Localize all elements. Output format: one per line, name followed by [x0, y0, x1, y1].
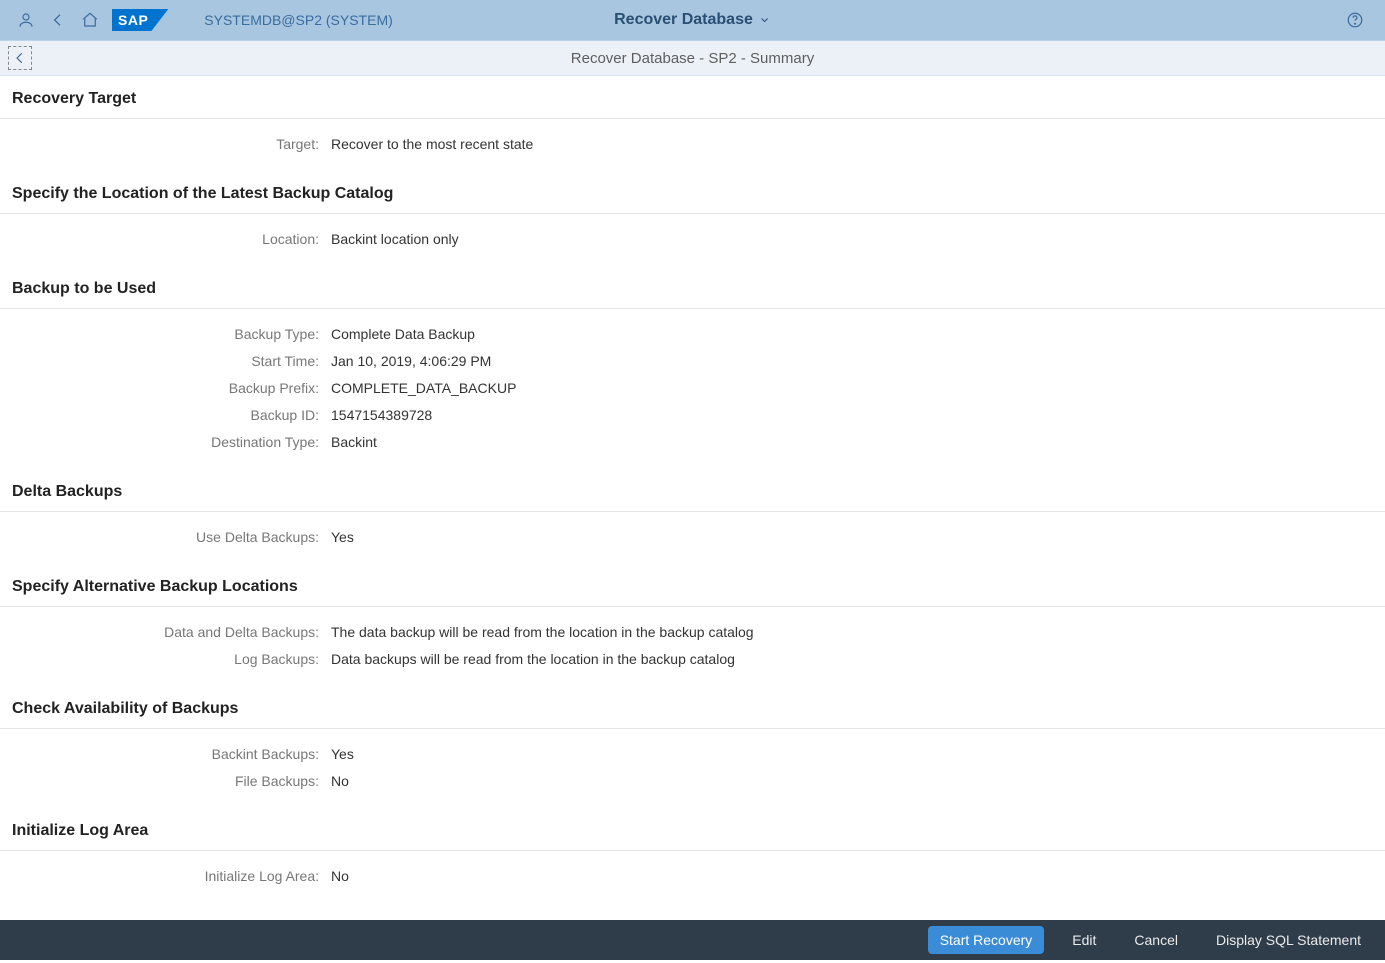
label-backup-id: Backup ID:: [0, 405, 325, 426]
row-file-backups: File Backups: No: [0, 768, 1385, 795]
section-heading-delta-backups: Delta Backups: [0, 469, 1385, 511]
row-destination-type: Destination Type: Backint: [0, 429, 1385, 456]
value-backup-type: Complete Data Backup: [325, 324, 475, 345]
value-file-backups: No: [325, 771, 349, 792]
value-destination-type: Backint: [325, 432, 377, 453]
system-label: SYSTEMDB@SP2 (SYSTEM): [204, 12, 392, 28]
section-body-delta-backups: Use Delta Backups: Yes: [0, 511, 1385, 564]
value-location: Backint location only: [325, 229, 459, 250]
edit-button[interactable]: Edit: [1062, 926, 1106, 954]
section-heading-recovery-target: Recovery Target: [0, 76, 1385, 118]
section-body-init-log: Initialize Log Area: No: [0, 850, 1385, 903]
value-use-delta: Yes: [325, 527, 354, 548]
label-backup-type: Backup Type:: [0, 324, 325, 345]
sub-header: Recover Database - SP2 - Summary: [0, 40, 1385, 76]
cancel-button[interactable]: Cancel: [1124, 926, 1188, 954]
section-body-check-availability: Backint Backups: Yes File Backups: No: [0, 728, 1385, 808]
row-init-log: Initialize Log Area: No: [0, 863, 1385, 890]
value-target: Recover to the most recent state: [325, 134, 533, 155]
section-heading-check-availability: Check Availability of Backups: [0, 686, 1385, 728]
back-button[interactable]: [8, 46, 32, 70]
value-init-log: No: [325, 866, 349, 887]
section-body-backup-used: Backup Type: Complete Data Backup Start …: [0, 308, 1385, 469]
label-file-backups: File Backups:: [0, 771, 325, 792]
label-backint-backups: Backint Backups:: [0, 744, 325, 765]
row-backup-type: Backup Type: Complete Data Backup: [0, 321, 1385, 348]
chevron-down-icon: [759, 14, 771, 26]
section-body-alt-locations: Data and Delta Backups: The data backup …: [0, 606, 1385, 686]
value-backup-prefix: COMPLETE_DATA_BACKUP: [325, 378, 516, 399]
sap-logo: SAP: [112, 9, 168, 31]
back-nav-icon[interactable]: [42, 4, 74, 36]
row-data-delta-backups: Data and Delta Backups: The data backup …: [0, 619, 1385, 646]
start-recovery-button[interactable]: Start Recovery: [928, 926, 1045, 954]
row-backup-id: Backup ID: 1547154389728: [0, 402, 1385, 429]
row-use-delta: Use Delta Backups: Yes: [0, 524, 1385, 551]
section-heading-alt-locations: Specify Alternative Backup Locations: [0, 564, 1385, 606]
row-target: Target: Recover to the most recent state: [0, 131, 1385, 158]
display-sql-button[interactable]: Display SQL Statement: [1206, 926, 1371, 954]
section-body-recovery-target: Target: Recover to the most recent state: [0, 118, 1385, 171]
row-location: Location: Backint location only: [0, 226, 1385, 253]
help-icon[interactable]: [1339, 4, 1371, 36]
label-destination-type: Destination Type:: [0, 432, 325, 453]
section-heading-init-log: Initialize Log Area: [0, 808, 1385, 850]
home-icon[interactable]: [74, 4, 106, 36]
content-area: Recovery Target Target: Recover to the m…: [0, 76, 1385, 963]
value-backint-backups: Yes: [325, 744, 354, 765]
section-body-backup-catalog: Location: Backint location only: [0, 213, 1385, 266]
row-start-time: Start Time: Jan 10, 2019, 4:06:29 PM: [0, 348, 1385, 375]
label-target: Target:: [0, 134, 325, 155]
row-backup-prefix: Backup Prefix: COMPLETE_DATA_BACKUP: [0, 375, 1385, 402]
label-start-time: Start Time:: [0, 351, 325, 372]
app-title[interactable]: Recover Database: [614, 11, 771, 29]
label-init-log: Initialize Log Area:: [0, 866, 325, 887]
value-backup-id: 1547154389728: [325, 405, 432, 426]
label-location: Location:: [0, 229, 325, 250]
section-heading-backup-catalog: Specify the Location of the Latest Backu…: [0, 171, 1385, 213]
user-icon[interactable]: [10, 4, 42, 36]
value-start-time: Jan 10, 2019, 4:06:29 PM: [325, 351, 491, 372]
value-data-delta-backups: The data backup will be read from the lo…: [325, 622, 754, 643]
row-backint-backups: Backint Backups: Yes: [0, 741, 1385, 768]
sub-header-title: Recover Database - SP2 - Summary: [571, 50, 814, 67]
label-data-delta-backups: Data and Delta Backups:: [0, 622, 325, 643]
row-log-backups: Log Backups: Data backups will be read f…: [0, 646, 1385, 673]
label-backup-prefix: Backup Prefix:: [0, 378, 325, 399]
label-use-delta: Use Delta Backups:: [0, 527, 325, 548]
footer-bar: Start Recovery Edit Cancel Display SQL S…: [0, 920, 1385, 960]
shellbar: SAP SYSTEMDB@SP2 (SYSTEM) Recover Databa…: [0, 0, 1385, 40]
label-log-backups: Log Backups:: [0, 649, 325, 670]
section-heading-backup-used: Backup to be Used: [0, 266, 1385, 308]
app-title-text: Recover Database: [614, 11, 753, 29]
value-log-backups: Data backups will be read from the locat…: [325, 649, 735, 670]
